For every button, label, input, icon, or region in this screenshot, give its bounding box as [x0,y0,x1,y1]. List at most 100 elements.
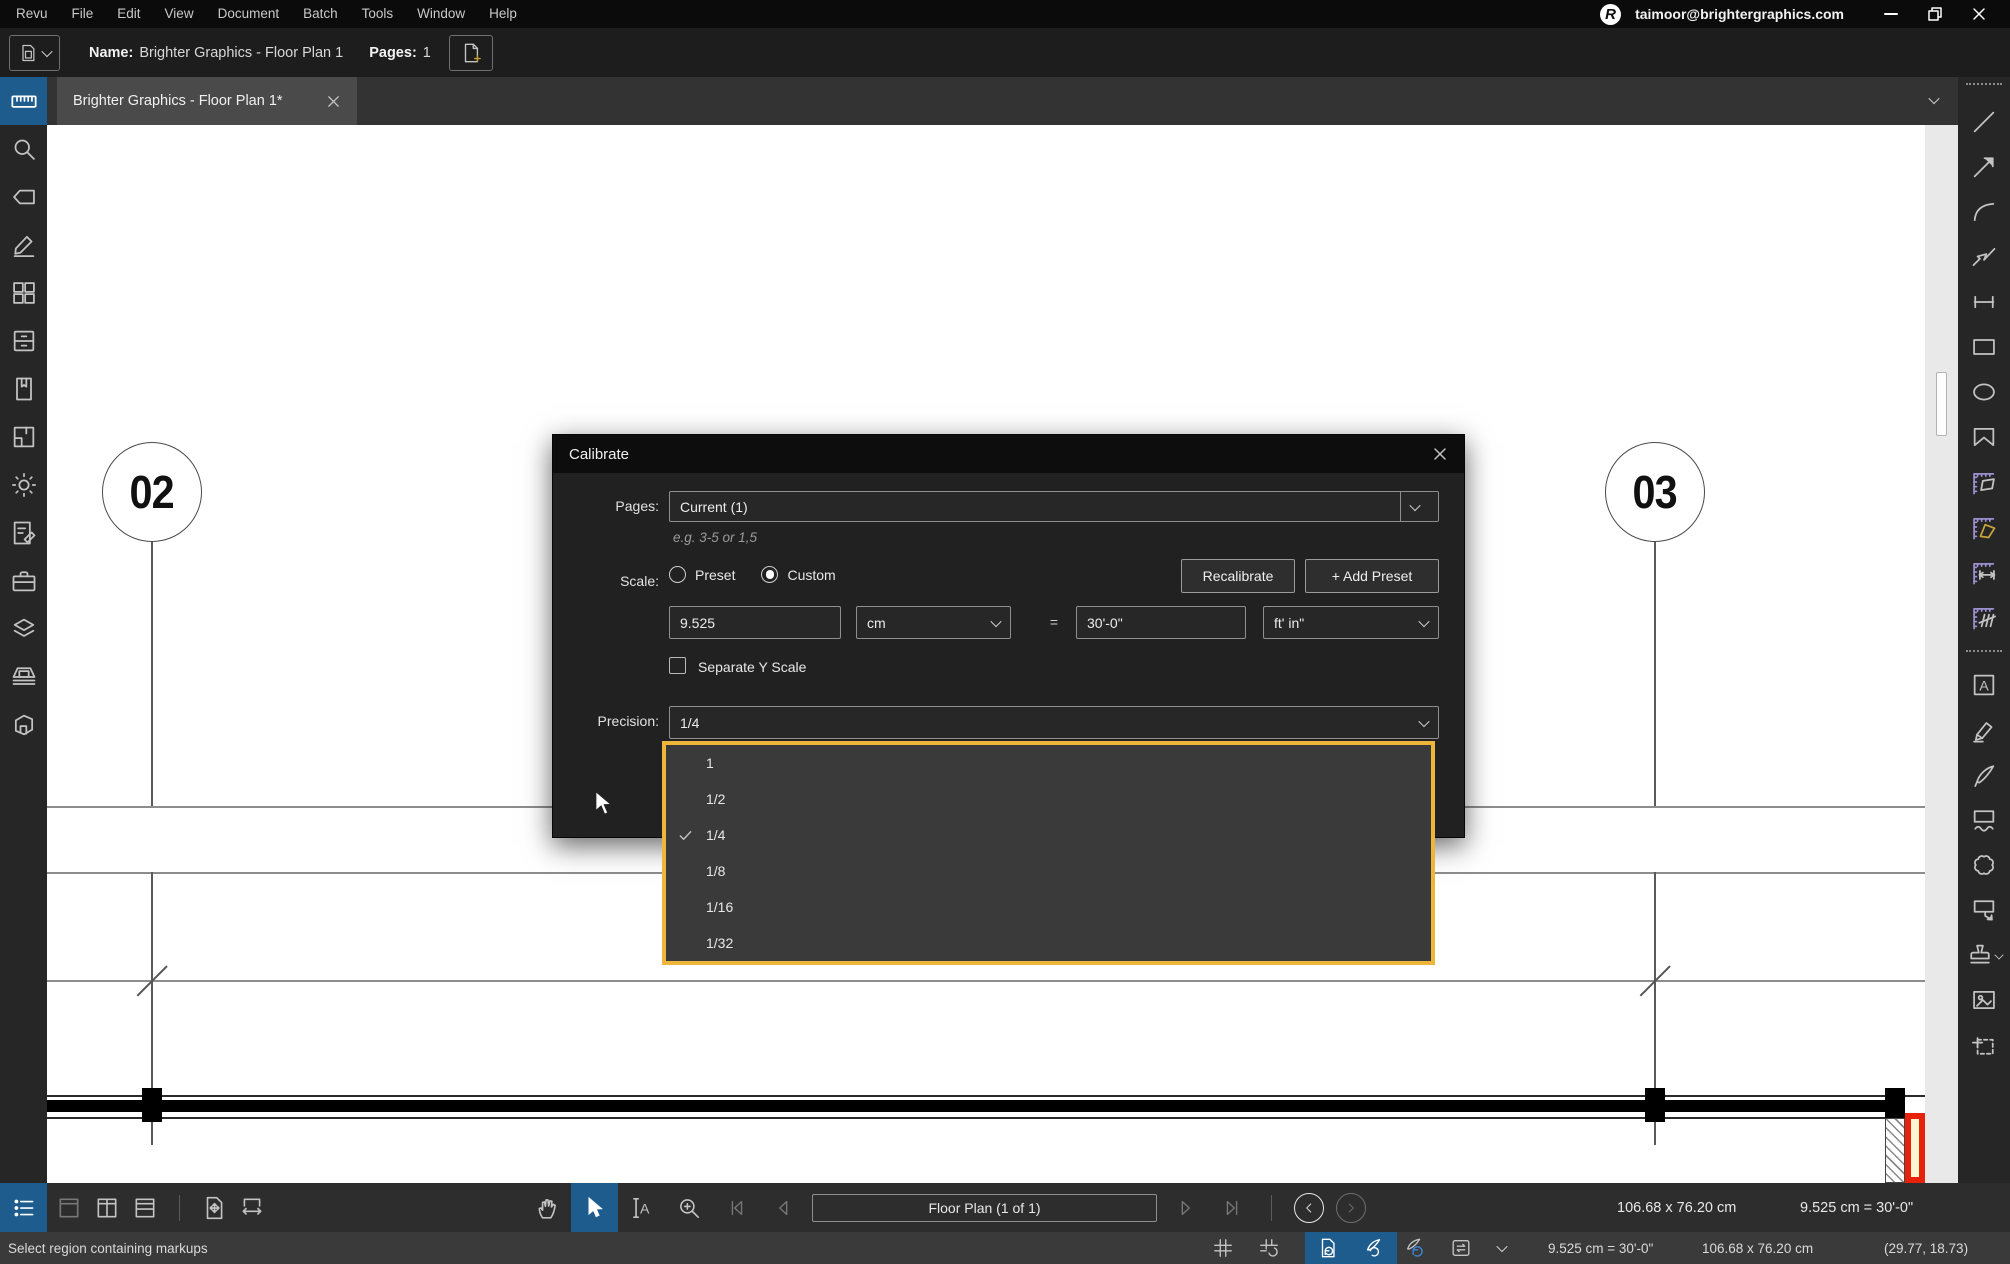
single-page-view-icon[interactable] [55,1194,83,1222]
markup-list-toggle[interactable] [0,1183,47,1232]
measure-length-icon[interactable] [1970,558,1998,586]
recalibrate-button[interactable]: Recalibrate [1181,559,1295,593]
first-page-button[interactable] [720,1191,754,1225]
menu-file[interactable]: File [72,0,118,28]
preset-radio[interactable] [669,566,686,583]
document-tab[interactable]: Brighter Graphics - Floor Plan 1* [57,77,357,125]
last-page-button[interactable] [1215,1191,1249,1225]
pan-tool-icon[interactable] [524,1183,571,1232]
scale-y-value-input[interactable]: 30'-0" [1076,606,1246,639]
spaces-icon[interactable] [10,423,38,451]
menu-edit[interactable]: Edit [117,0,164,28]
menu-tools[interactable]: Tools [362,0,418,28]
thumbnails-grid-icon[interactable] [10,279,38,307]
precision-option-1-4[interactable]: 1/4 [666,817,1431,853]
line-tool-icon[interactable] [1970,108,1998,136]
document-sync-toggle[interactable] [1305,1232,1351,1264]
custom-radio[interactable] [761,566,778,583]
select-tool-icon[interactable] [571,1183,618,1232]
zoom-tool-icon[interactable] [665,1183,712,1232]
pen-tool-icon[interactable] [1970,761,1998,789]
menu-document[interactable]: Document [218,0,304,28]
dimension-tool-icon[interactable] [1970,288,1998,316]
tool-chest-icon[interactable] [10,567,38,595]
tab-close-icon[interactable] [326,94,341,109]
callout-squiggle-icon[interactable] [1970,806,1998,834]
pages-select[interactable]: Current (1) [669,491,1439,522]
fit-width-icon[interactable] [238,1194,266,1222]
file-access-icon[interactable] [10,327,38,355]
toolbar-drag-handle[interactable] [1966,83,2002,85]
menu-view[interactable]: View [165,0,218,28]
custom-radio-label[interactable]: Custom [787,567,835,583]
menu-revu[interactable]: Revu [16,0,72,28]
split-horizontal-icon[interactable] [131,1194,159,1222]
layers-icon[interactable] [10,615,38,643]
vertical-scrollbar[interactable] [1936,372,1947,436]
page-navigation-box[interactable]: Floor Plan (1 of 1) [812,1194,1157,1222]
menu-window[interactable]: Window [417,0,489,28]
select-text-icon[interactable]: A [618,1183,665,1232]
precision-option-1-2[interactable]: 1/2 [666,781,1431,817]
next-page-button[interactable] [1169,1191,1203,1225]
menu-help[interactable]: Help [489,0,541,28]
fit-page-icon[interactable] [200,1194,228,1222]
settings-gear-icon[interactable] [10,471,38,499]
statusbar-chevron-icon[interactable] [1498,1232,1506,1264]
menu-batch[interactable]: Batch [303,0,362,28]
document-dropdown-button[interactable] [9,35,60,71]
add-preset-button[interactable]: + Add Preset [1305,559,1439,593]
measure-area-icon[interactable] [1970,513,1998,541]
precision-option-1-32[interactable]: 1/32 [666,925,1431,961]
polygon-tool-icon[interactable] [1970,423,1998,451]
measurements-panel-tab[interactable] [0,77,47,125]
scale-x-value-input[interactable]: 9.525 [669,606,841,639]
search-icon[interactable] [10,135,38,163]
callout-tool-icon[interactable] [1970,896,1998,924]
precision-select-chevron[interactable] [1418,715,1429,726]
precision-option-1[interactable]: 1 [666,745,1431,781]
arrow-tool-icon[interactable] [1970,153,1998,181]
measure-count-icon[interactable] [1970,603,1998,631]
account-email[interactable]: taimoor@brightergraphics.com [1635,6,1844,22]
stamp-chevron-icon[interactable] [1994,950,2003,959]
measure-perimeter-icon[interactable] [1970,468,1998,496]
sets-icon[interactable] [10,663,38,691]
separate-y-label[interactable]: Separate Y Scale [698,659,806,675]
next-view-button[interactable] [1336,1193,1366,1223]
text-box-tool-icon[interactable]: A [1970,671,1998,699]
separate-y-checkbox[interactable] [669,657,686,674]
previous-page-button[interactable] [766,1191,800,1225]
markup-recovery-icon[interactable] [1404,1232,1426,1264]
close-button[interactable] [1964,3,1994,25]
dialog-close-icon[interactable] [1432,446,1448,462]
add-page-button[interactable] [449,35,493,71]
reuse-markup-icon[interactable] [1450,1232,1472,1264]
dialog-title-bar[interactable]: Calibrate [553,435,1464,473]
minimize-button[interactable] [1876,3,1906,25]
calibrate-pen-icon[interactable] [10,231,38,259]
arc-tool-icon[interactable] [1970,198,1998,226]
pages-select-chevron[interactable] [1400,492,1428,521]
stamp-tool-icon[interactable] [1964,941,2004,969]
ellipse-tool-icon[interactable] [1970,378,1998,406]
tab-list-chevron-icon[interactable] [1928,93,1939,104]
grid-toggle-icon[interactable] [1212,1232,1234,1264]
precision-option-1-16[interactable]: 1/16 [666,889,1431,925]
3d-model-icon[interactable] [10,711,38,739]
restore-button[interactable] [1920,3,1950,25]
scale-x-unit-select[interactable]: cm [856,606,1011,639]
rectangle-tool-icon[interactable] [1970,333,1998,361]
scale-y-unit-select[interactable]: ft' in" [1263,606,1439,639]
polyline-tool-icon[interactable] [1970,243,1998,271]
previous-view-button[interactable] [1294,1193,1324,1223]
bookmarks-icon[interactable] [10,375,38,403]
highlighter-tool-icon[interactable] [1970,716,1998,744]
split-vertical-icon[interactable] [93,1194,121,1222]
image-tool-icon[interactable] [1970,986,1998,1014]
preset-radio-label[interactable]: Preset [695,567,735,583]
snap-toggle-icon[interactable] [1258,1232,1280,1264]
markup-summary-icon[interactable] [10,519,38,547]
flags-icon[interactable] [10,183,38,211]
precision-option-1-8[interactable]: 1/8 [666,853,1431,889]
